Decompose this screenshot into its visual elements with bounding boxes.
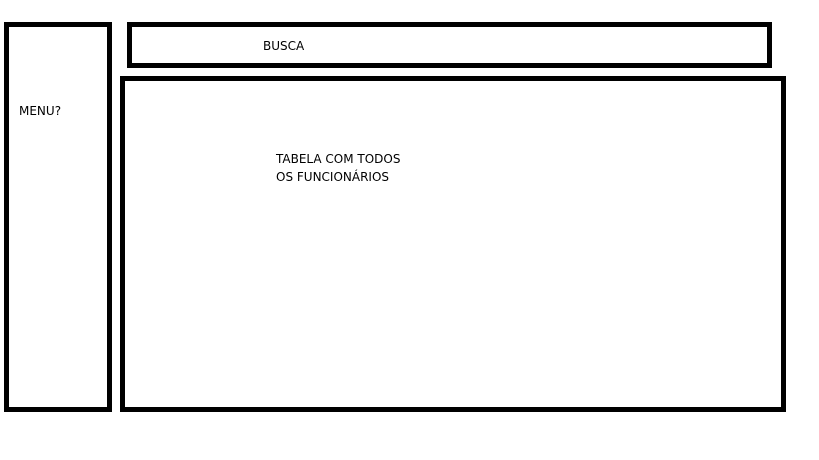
sidebar-menu[interactable]: MENU? [4,22,112,412]
table-label-line-1: TABELA COM TODOS [276,152,401,166]
table-label-line-2: OS FUNCIONÁRIOS [276,170,390,184]
employees-table-area: TABELA COM TODOS OS FUNCIONÁRIOS [120,76,786,412]
menu-label: MENU? [19,104,62,118]
table-placeholder-text: TABELA COM TODOS OS FUNCIONÁRIOS [276,150,426,186]
search-label: BUSCA [263,39,305,53]
search-bar[interactable]: BUSCA [127,22,772,68]
